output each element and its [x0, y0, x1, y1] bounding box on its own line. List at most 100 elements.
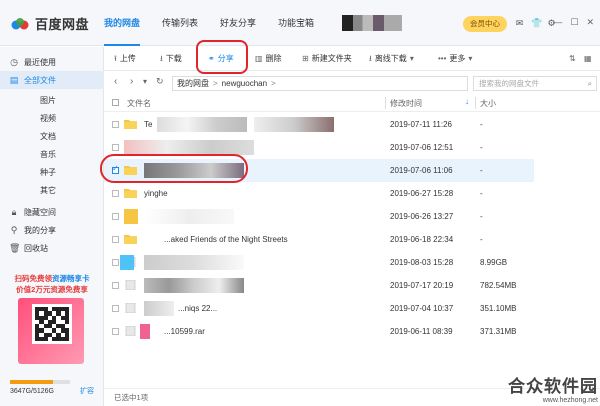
- mail-icon[interactable]: ✉: [515, 18, 524, 29]
- upload-label: 上传: [119, 54, 136, 63]
- sidebar-item-my-share[interactable]: ⚲ 我的分享: [0, 221, 104, 239]
- upload-icon: ⭱: [114, 54, 117, 63]
- row-checkbox[interactable]: [112, 190, 119, 197]
- file-size: -: [480, 143, 483, 152]
- breadcrumb-root[interactable]: 我的网盘: [177, 79, 209, 88]
- offline-download-button[interactable]: ⭳ 离线下载 ▾: [369, 47, 417, 71]
- tab-transfer-list[interactable]: 传输列表: [162, 0, 198, 46]
- file-icon: ▤: [9, 75, 19, 85]
- refresh-icon[interactable]: ↻: [156, 76, 164, 87]
- delete-label: 删除: [265, 54, 282, 63]
- file-size: 782.54MB: [480, 281, 517, 290]
- dropdown-icon[interactable]: ▾: [143, 77, 147, 86]
- promo-line2: 价值2万元资源免费享: [16, 285, 88, 294]
- file-name[interactable]: yinghe: [144, 189, 168, 198]
- tshirt-icon[interactable]: 👕: [531, 18, 542, 29]
- file-name[interactable]: ...10599.rar: [164, 327, 205, 336]
- offline-download-icon: ⭳: [369, 54, 372, 63]
- sidebar-item-videos[interactable]: 视频: [0, 109, 104, 127]
- minimize-icon[interactable]: —: [553, 17, 562, 28]
- file-size: 8.99GB: [480, 258, 508, 267]
- download-label: 下载: [165, 54, 182, 63]
- table-row[interactable]: ...aked Friends of the Night Streets 2019…: [104, 228, 534, 251]
- tab-my-disk[interactable]: 我的网盘: [104, 0, 141, 46]
- search-icon[interactable]: ⌕: [588, 77, 592, 90]
- sidebar-item-label: 视频: [40, 113, 56, 123]
- promo-text[interactable]: 扫码免费领资源畅享卡 价值2万元资源免费享: [0, 273, 104, 295]
- row-checkbox[interactable]: [112, 259, 119, 266]
- file-name[interactable]: ...niqs 22...: [178, 304, 217, 313]
- row-checkbox[interactable]: [112, 144, 119, 151]
- table-row[interactable]: 2019-07-17 20:19 782.54MB: [104, 274, 534, 297]
- header-modified[interactable]: 修改时间: [390, 98, 422, 109]
- forward-icon[interactable]: ›: [130, 76, 133, 87]
- download-icon: ⭳: [160, 54, 163, 63]
- table-row[interactable]: ...10599.rar 2019-06-11 08:39 371.31MB: [104, 320, 534, 343]
- file-size: -: [480, 189, 483, 198]
- search-input[interactable]: 搜索我的网盘文件 ⌕: [473, 76, 597, 91]
- chevron-down-icon: ▾: [468, 54, 473, 63]
- sidebar-item-all-files[interactable]: ▤ 全部文件: [0, 71, 104, 89]
- folder-icon: [124, 188, 137, 198]
- delete-button[interactable]: ▥ 删除: [255, 47, 282, 71]
- file-name[interactable]: Te: [144, 120, 152, 129]
- sidebar-item-images[interactable]: 图片: [0, 91, 104, 109]
- offline-download-label: 离线下载: [374, 54, 407, 63]
- user-avatar-blurred[interactable]: [342, 15, 402, 31]
- new-folder-button[interactable]: ⊞ 新建文件夹: [302, 47, 352, 71]
- header-name[interactable]: 文件名: [127, 98, 151, 109]
- table-row[interactable]: 2019-08-03 15:28 8.99GB: [104, 251, 534, 274]
- upload-button[interactable]: ⭱ 上传: [114, 47, 136, 71]
- share-icon: ⚲: [10, 225, 18, 235]
- close-icon[interactable]: ✕: [586, 17, 594, 28]
- chevron-down-icon: ▾: [409, 54, 414, 63]
- select-all-checkbox[interactable]: [112, 99, 119, 106]
- back-icon[interactable]: ‹: [114, 76, 117, 87]
- sidebar-item-recent[interactable]: ◷ 最近使用: [0, 53, 104, 71]
- sort-arrow-icon[interactable]: ↓: [465, 97, 469, 106]
- header-size[interactable]: 大小: [480, 98, 496, 109]
- more-button[interactable]: ••• 更多 ▾: [438, 47, 475, 71]
- breadcrumb-current[interactable]: newguochan: [222, 79, 267, 88]
- table-row[interactable]: Te 2019-07-11 11:26 -: [104, 113, 534, 136]
- sidebar-item-hidden-space[interactable]: 🔒︎ 隐藏空间: [0, 203, 104, 221]
- maximize-icon[interactable]: ☐: [570, 17, 578, 28]
- app-logo: 百度网盘: [10, 14, 89, 33]
- new-folder-icon: ⊞: [302, 54, 309, 63]
- file-modified-date: 2019-06-18 22:34: [390, 235, 454, 244]
- promo-qr-code[interactable]: [18, 298, 84, 364]
- row-checkbox[interactable]: [112, 121, 119, 128]
- blurred-filename: [157, 117, 247, 132]
- sort-view-icon[interactable]: ⇅: [569, 47, 579, 71]
- vip-center-button[interactable]: 会员中心: [463, 16, 507, 32]
- table-row[interactable]: ...niqs 22... 2019-07-04 10:37 351.10MB: [104, 297, 534, 320]
- sidebar-item-recycle-bin[interactable]: 🗑︎ 回收站: [0, 239, 104, 257]
- file-name[interactable]: ...aked Friends of the Night Streets: [164, 235, 288, 244]
- row-checkbox[interactable]: [112, 213, 119, 220]
- download-button[interactable]: ⭳ 下载: [160, 47, 182, 71]
- row-checkbox[interactable]: [112, 305, 119, 312]
- tab-toolbox[interactable]: 功能宝箱: [278, 0, 314, 46]
- file-modified-date: 2019-06-27 15:28: [390, 189, 454, 198]
- lock-icon: 🔒︎: [11, 207, 17, 217]
- file-modified-date: 2019-07-06 11:06: [390, 166, 453, 175]
- sidebar-item-label: 我的分享: [24, 225, 56, 235]
- sidebar-item-label: 文档: [40, 131, 56, 141]
- grid-view-icon[interactable]: ▦: [584, 47, 595, 71]
- sidebar-item-music[interactable]: 音乐: [0, 145, 104, 163]
- row-checkbox[interactable]: [112, 282, 119, 289]
- row-checkbox[interactable]: [112, 328, 119, 335]
- storage-usage-text: 3647G/5126G: [10, 388, 54, 395]
- qr-code-icon: [32, 304, 72, 344]
- row-checkbox[interactable]: [112, 236, 119, 243]
- sidebar-item-docs[interactable]: 文档: [0, 127, 104, 145]
- promo-line1-a: 扫码免费领: [14, 274, 53, 283]
- sidebar-item-other[interactable]: 其它: [0, 181, 104, 199]
- table-row[interactable]: yinghe 2019-06-27 15:28 -: [104, 182, 534, 205]
- expand-storage-button[interactable]: 扩容: [80, 386, 94, 396]
- selection-status: 已选中1项: [114, 393, 149, 402]
- file-modified-date: 2019-07-17 20:19: [390, 281, 454, 290]
- table-row[interactable]: 2019-06-26 13:27 -: [104, 205, 534, 228]
- sidebar-item-torrents[interactable]: 种子: [0, 163, 104, 181]
- new-folder-label: 新建文件夹: [311, 54, 352, 63]
